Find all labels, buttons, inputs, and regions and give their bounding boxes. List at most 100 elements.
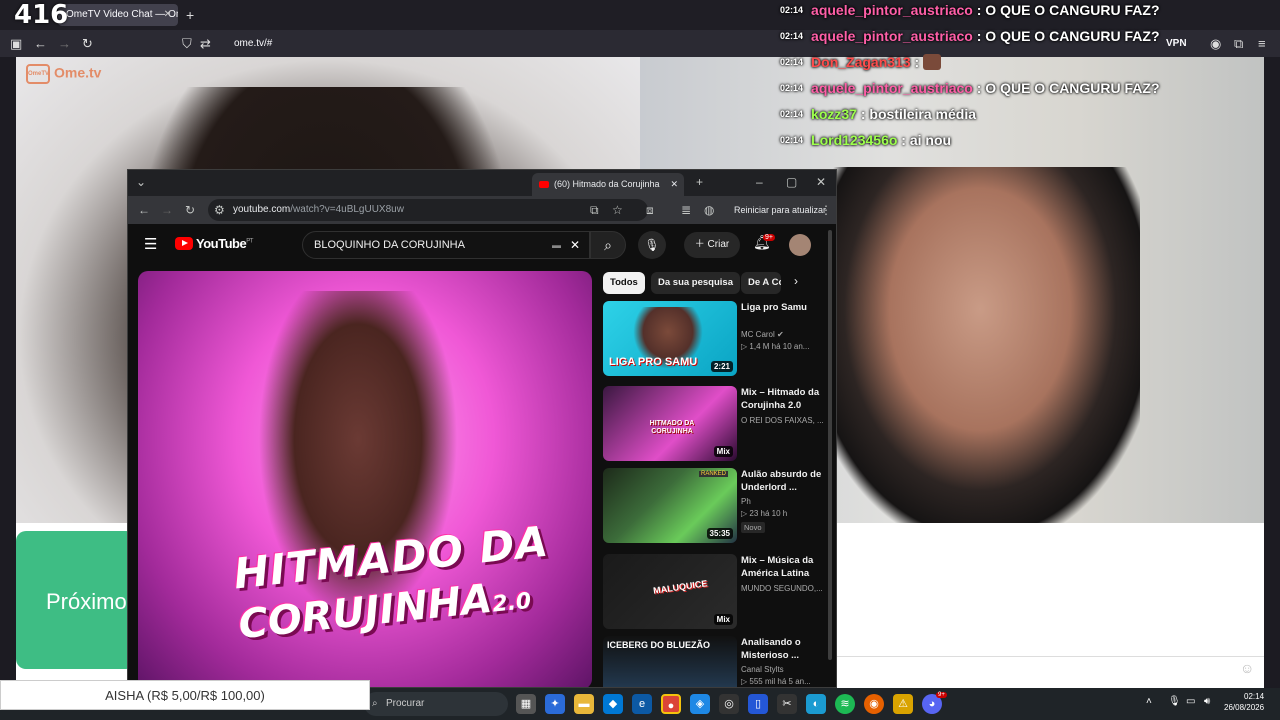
firefox-icon[interactable]: ◉ [864,694,884,714]
thumbnail-text: ICEBERG DO BLUEZÃO [607,640,711,650]
chip-channel[interactable]: De A Co [741,272,781,294]
chrome-menu-icon[interactable]: ⋮ [820,199,832,221]
channel-name[interactable]: Ph [741,497,831,506]
file-explorer-icon[interactable]: ▬ [574,694,594,714]
chevron-right-icon[interactable]: › [794,274,798,288]
tab-search-icon[interactable]: ⌄ [136,171,146,193]
channel-name[interactable]: MC Carol ✔ [741,330,831,339]
site-info-icon[interactable]: ⚙ [214,199,225,221]
clear-search-icon[interactable]: ✕ [570,234,580,256]
steam-icon[interactable]: ◎ [719,694,739,714]
extensions-icon[interactable]: ⧈ [646,199,654,221]
maximize-icon[interactable]: ▢ [786,171,797,193]
app-icon[interactable]: ◈ [690,694,710,714]
video-player[interactable]: HITMADO DA CORUJINHA2.0 [138,271,592,687]
chrome-url[interactable]: youtube.com/watch?v=4uBLgUUX8uw [233,199,404,221]
video-thumbnail: MALUQUICE Mix [603,554,737,629]
play-icon: ▷ [741,677,748,686]
scrollbar[interactable] [828,230,832,660]
channel-name[interactable]: Canal Stylts [741,665,831,674]
taskbar-search-label: Procurar [386,698,425,709]
chat-input[interactable] [836,656,1264,680]
clock-date: 26/08/2026 [1224,703,1265,712]
hamburger-menu-icon[interactable]: ☰ [144,234,157,256]
edge-icon[interactable]: e [632,694,652,714]
search-input[interactable]: BLOQUINHO DA CORUJINHA [302,231,590,259]
avatar[interactable] [789,234,811,256]
back-icon[interactable]: ← [34,30,47,57]
chat-message: 02:14 aquele_pintor_austriaco : O QUE O C… [780,80,1160,96]
channel-name[interactable]: MUNDO SEGUNDO,... [741,584,831,593]
youtube-window[interactable]: ⌄ (60) Hitmado da Corujinha ✕ + – ▢ ✕ ← … [127,169,837,688]
tab-ometv[interactable]: OmeTV Video Chat — Ome ✕ [58,4,178,26]
chevron-up-icon[interactable]: ˄ [1146,696,1152,707]
bookmark-star-icon[interactable]: ☆ [612,199,623,221]
shield-icon[interactable]: ⛉ [182,30,192,57]
list-item[interactable]: MALUQUICE Mix Mix – Música da América La… [603,554,833,634]
list-item[interactable]: LIGA PRO SAMU 2:21 Liga pro Samu MC Caro… [603,301,833,381]
video-thumbnail: LIGA PRO SAMU 2:21 [603,301,737,376]
video-title[interactable]: Liga pro Samu [741,301,831,314]
forward-icon[interactable]: → [58,30,71,57]
chat-message: 02:14 Lord123456o : ai nou [780,132,952,148]
reload-icon[interactable]: ↻ [185,199,195,221]
plus-icon: ＋ [694,239,705,250]
microphone-icon[interactable]: 🎙︎ [1168,696,1181,707]
back-icon[interactable]: ← [138,199,150,221]
forward-icon[interactable]: → [161,199,173,221]
sidebar-toggle-icon[interactable]: ▣ [10,30,22,57]
app-icon[interactable]: ◐ [806,694,826,714]
list-item[interactable]: RANKED 35:35 Aulão absurdo de Underlord … [603,468,833,548]
warning-icon[interactable]: ⚠ [893,694,913,714]
search-button[interactable]: ⌕ [590,231,626,259]
new-badge: Novo [741,522,765,533]
youtube-logo[interactable]: YouTubePT [175,236,253,251]
create-label: Criar [707,239,730,250]
next-button[interactable]: Próximo [16,531,136,669]
close-icon[interactable]: ✕ [670,173,678,196]
video-title[interactable]: Analisando o Misterioso ... [741,636,831,662]
notifications-badge: 9+ [763,234,775,241]
taskbar-search[interactable]: ⌕ Procurar [364,692,508,716]
video-title[interactable]: Aulão absurdo de Underlord ... [741,468,831,494]
app-icon[interactable]: ▯ [748,694,768,714]
chat-message: 02:14 kozz37 : bostileira média [780,106,976,122]
list-item[interactable]: HITMADO DA CORUJINHA Mix Mix – Hitmado d… [603,386,833,466]
youtube-play-icon [175,237,193,250]
network-icon[interactable]: ▭ [1186,696,1195,707]
chip-from-search[interactable]: Da sua pesquisa [651,272,740,294]
spotify-icon[interactable]: ≋ [835,694,855,714]
new-tab-button[interactable]: + [186,4,194,26]
keyboard-icon[interactable]: ▬ [552,234,561,256]
update-button[interactable]: Reiniciar para atualizar [734,199,826,221]
voice-search-button[interactable]: 🎙︎ [638,231,666,259]
minimize-icon[interactable]: – [756,171,763,193]
youtube-favicon-icon [539,181,549,188]
task-view-icon[interactable]: ▦ [516,694,536,714]
capcut-icon[interactable]: ✂ [777,694,797,714]
volume-icon[interactable]: 🔊︎ [1204,696,1210,707]
chrome-icon[interactable]: ● [661,694,681,714]
video-title[interactable]: Mix – Música da América Latina [741,554,831,580]
tab-youtube[interactable]: (60) Hitmado da Corujinha ✕ [532,173,684,196]
emoji-icon[interactable]: ☺ [1240,660,1254,676]
channel-name[interactable]: O REI DOS FAIXAS, ... [741,416,831,425]
video-meta: ▷ 23 há 10 h [741,509,788,518]
reading-list-icon[interactable]: ≣ [681,199,691,221]
new-tab-button[interactable]: + [696,171,703,193]
chip-all[interactable]: Todos [603,272,645,294]
close-window-icon[interactable]: ✕ [816,171,826,193]
address-bar[interactable]: ome.tv/# [234,30,272,57]
permissions-icon[interactable]: ⇄ [200,30,211,57]
create-button[interactable]: ＋ Criar [684,232,740,258]
list-item[interactable]: ICEBERG DO BLUEZÃO Analisando o Misterio… [603,636,833,687]
reload-icon[interactable]: ↻ [82,30,93,57]
taskbar-clock[interactable]: 02:14 26/08/2026 [1224,691,1264,713]
cast-icon[interactable]: ⧉ [590,199,599,221]
video-thumbnail: HITMADO DA CORUJINHA Mix [603,386,737,461]
copilot-icon[interactable]: ✦ [545,694,565,714]
store-icon[interactable]: ◆ [603,694,623,714]
video-title[interactable]: Mix – Hitmado da Corujinha 2.0 [741,386,831,412]
profile-icon[interactable]: ◍ [704,199,714,221]
close-icon[interactable]: ✕ [164,4,172,26]
